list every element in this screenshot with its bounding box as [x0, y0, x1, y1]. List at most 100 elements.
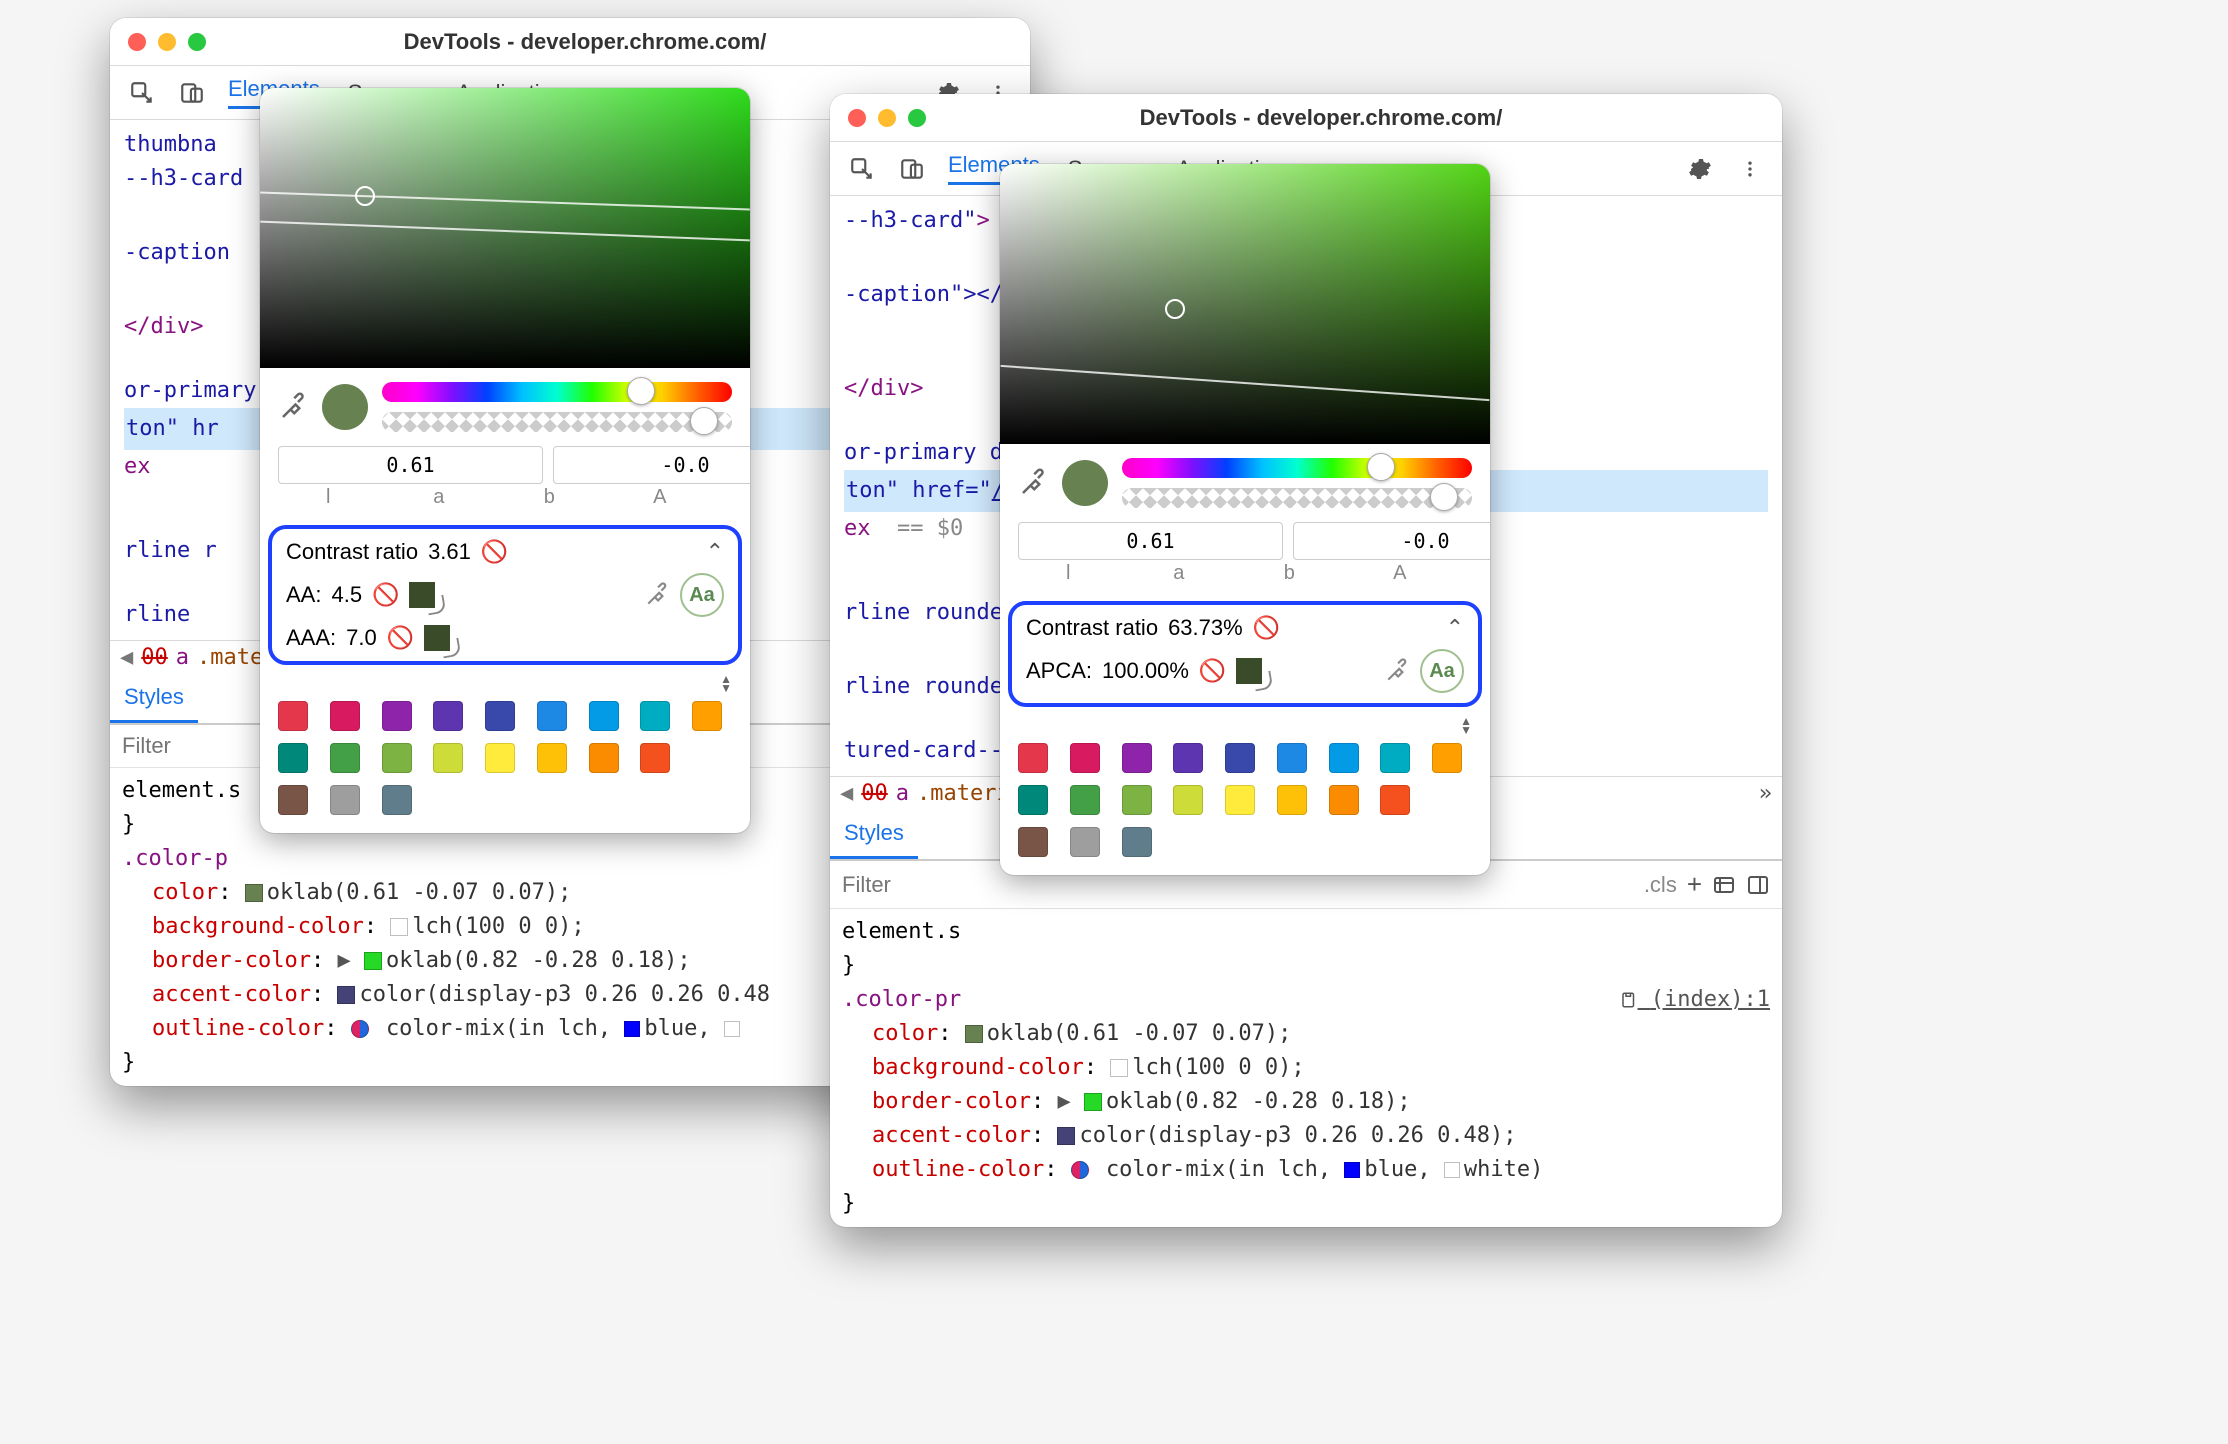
- style-value[interactable]: lch(100 0 0);: [412, 914, 584, 939]
- bg-eyedropper-icon[interactable]: [1384, 658, 1410, 684]
- palette-swatch[interactable]: [1329, 743, 1359, 773]
- palette-swatch[interactable]: [1380, 785, 1410, 815]
- style-value[interactable]: blue,: [644, 1016, 723, 1041]
- color-swatch-icon[interactable]: [965, 1025, 983, 1043]
- palette-selector[interactable]: ▲▼: [720, 675, 732, 693]
- color-swatch-icon[interactable]: [1057, 1127, 1075, 1145]
- rendering-icon[interactable]: [1746, 873, 1770, 897]
- cls-toggle[interactable]: .cls: [1644, 872, 1677, 898]
- crumb-item[interactable]: 00: [141, 645, 168, 670]
- palette-swatch[interactable]: [692, 701, 722, 731]
- style-value[interactable]: oklab(0.61 -0.07 0.07);: [987, 1021, 1292, 1046]
- source-link[interactable]: (index):1: [1620, 983, 1770, 1017]
- alpha-slider[interactable]: [1122, 488, 1472, 508]
- zoom-window-button[interactable]: [908, 109, 926, 127]
- minimize-window-button[interactable]: [878, 109, 896, 127]
- eyedropper-icon[interactable]: [1018, 468, 1048, 498]
- palette-swatch[interactable]: [1122, 743, 1152, 773]
- style-prop[interactable]: border-color: [872, 1085, 1031, 1119]
- palette-swatch[interactable]: [589, 701, 619, 731]
- color-field[interactable]: [260, 88, 750, 368]
- palette-selector[interactable]: ▲▼: [1460, 717, 1472, 735]
- palette-swatch[interactable]: [1173, 785, 1203, 815]
- style-value[interactable]: lch(100 0 0);: [1132, 1055, 1304, 1080]
- palette-swatch[interactable]: [1122, 827, 1152, 857]
- style-value[interactable]: oklab(0.82 -0.28 0.18);: [1106, 1089, 1411, 1114]
- selector[interactable]: .color-pr: [842, 983, 961, 1017]
- style-prop[interactable]: accent-color: [152, 978, 311, 1012]
- zoom-window-button[interactable]: [188, 33, 206, 51]
- add-rule-button[interactable]: +: [1687, 869, 1702, 900]
- crumb-prev-icon[interactable]: ◀: [120, 645, 133, 670]
- more-crumbs-icon[interactable]: »: [1759, 781, 1772, 806]
- kebab-menu-icon[interactable]: [1728, 149, 1772, 189]
- palette-swatch[interactable]: [1070, 743, 1100, 773]
- inspect-icon[interactable]: [120, 73, 164, 113]
- filter-input[interactable]: [842, 872, 1634, 898]
- crumb-item[interactable]: a: [176, 645, 189, 670]
- palette-swatch[interactable]: [1122, 785, 1152, 815]
- palette-swatch[interactable]: [330, 701, 360, 731]
- palette-swatch[interactable]: [589, 743, 619, 773]
- color-swatch-icon[interactable]: [624, 1021, 640, 1037]
- palette-swatch[interactable]: [537, 743, 567, 773]
- current-color-swatch[interactable]: [322, 384, 368, 430]
- style-value[interactable]: oklab(0.61 -0.07 0.07);: [267, 880, 572, 905]
- style-value[interactable]: color(display-p3 0.26 0.26 0.48);: [1079, 1123, 1516, 1148]
- inspect-icon[interactable]: [840, 149, 884, 189]
- minimize-window-button[interactable]: [158, 33, 176, 51]
- color-mix-swatch-icon[interactable]: [1071, 1161, 1089, 1179]
- palette-swatch[interactable]: [433, 743, 463, 773]
- palette-swatch[interactable]: [330, 785, 360, 815]
- palette-swatch[interactable]: [1277, 785, 1307, 815]
- palette-swatch[interactable]: [1018, 785, 1048, 815]
- alpha-slider[interactable]: [382, 412, 732, 432]
- oklab-l-input[interactable]: [278, 446, 543, 484]
- palette-swatch[interactable]: [1173, 743, 1203, 773]
- oklab-l-input[interactable]: [1018, 522, 1283, 560]
- style-value[interactable]: oklab(0.82 -0.28 0.18);: [386, 948, 691, 973]
- computed-styles-icon[interactable]: [1712, 873, 1736, 897]
- fix-contrast-swatch[interactable]: [1236, 658, 1262, 684]
- style-value[interactable]: blue,: [1364, 1157, 1443, 1182]
- close-window-button[interactable]: [128, 33, 146, 51]
- palette-swatch[interactable]: [330, 743, 360, 773]
- crumb-prev-icon[interactable]: ◀: [840, 781, 853, 806]
- hue-slider[interactable]: [1122, 458, 1472, 478]
- expand-icon[interactable]: ▶: [337, 948, 350, 973]
- palette-swatch[interactable]: [1329, 785, 1359, 815]
- current-color-swatch[interactable]: [1062, 460, 1108, 506]
- color-swatch-icon[interactable]: [390, 918, 408, 936]
- palette-swatch[interactable]: [278, 701, 308, 731]
- crumb-item[interactable]: a: [896, 781, 909, 806]
- settings-icon[interactable]: [1678, 149, 1722, 189]
- color-swatch-icon[interactable]: [1344, 1162, 1360, 1178]
- fix-contrast-swatch[interactable]: [409, 582, 435, 608]
- style-prop[interactable]: outline-color: [872, 1153, 1044, 1187]
- palette-swatch[interactable]: [1277, 743, 1307, 773]
- palette-swatch[interactable]: [640, 701, 670, 731]
- hue-slider[interactable]: [382, 382, 732, 402]
- color-swatch-icon[interactable]: [337, 986, 355, 1004]
- palette-swatch[interactable]: [278, 743, 308, 773]
- palette-swatch[interactable]: [433, 701, 463, 731]
- color-field[interactable]: [1000, 164, 1490, 444]
- color-handle[interactable]: [355, 186, 375, 206]
- crumb-item[interactable]: 00: [861, 781, 888, 806]
- style-prop[interactable]: color: [152, 876, 218, 910]
- collapse-icon[interactable]: ⌃: [706, 539, 724, 565]
- palette-swatch[interactable]: [1225, 785, 1255, 815]
- color-swatch-icon[interactable]: [1444, 1162, 1460, 1178]
- palette-swatch[interactable]: [1018, 743, 1048, 773]
- palette-swatch[interactable]: [382, 701, 412, 731]
- palette-swatch[interactable]: [1225, 743, 1255, 773]
- palette-swatch[interactable]: [1380, 743, 1410, 773]
- style-prop[interactable]: background-color: [872, 1051, 1084, 1085]
- tab-styles[interactable]: Styles: [830, 810, 918, 859]
- palette-swatch[interactable]: [640, 743, 670, 773]
- close-window-button[interactable]: [848, 109, 866, 127]
- style-prop[interactable]: background-color: [152, 910, 364, 944]
- palette-swatch[interactable]: [382, 743, 412, 773]
- palette-swatch[interactable]: [485, 701, 515, 731]
- palette-swatch[interactable]: [1070, 827, 1100, 857]
